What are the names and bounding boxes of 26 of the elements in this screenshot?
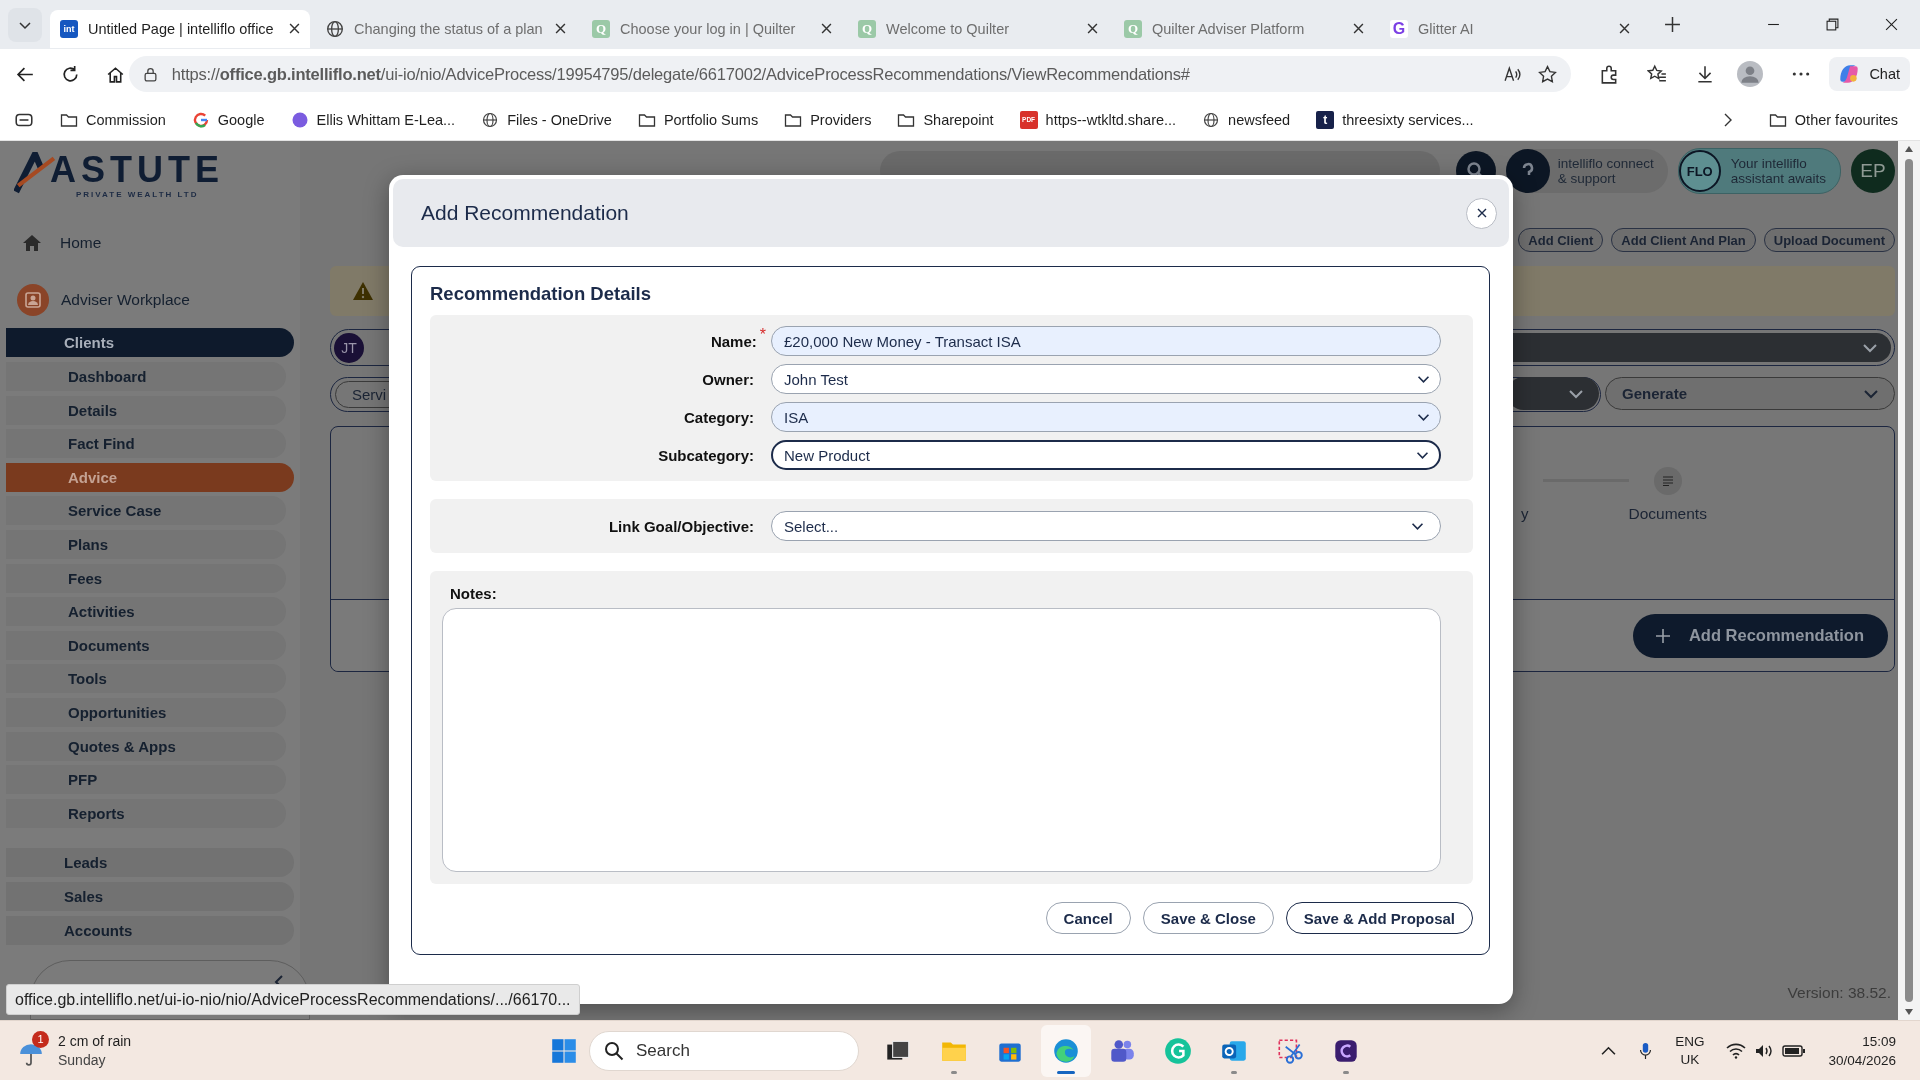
favicon-icon: G [1390, 19, 1408, 38]
step-label: y [1521, 505, 1529, 522]
required-mark: * [759, 325, 766, 344]
favicon-icon: Q [592, 19, 610, 38]
weather-day: Sunday [58, 1050, 132, 1070]
flo-logo: FLO [1678, 150, 1721, 192]
field-label: Owner: [702, 370, 754, 388]
section-title: Recommendation Details [430, 283, 653, 305]
logo-wordmark: ASTUTE [50, 150, 224, 190]
favicon-icon: t [1316, 110, 1335, 129]
weather-text: 2 cm of rain [58, 1031, 132, 1051]
field-label: Notes: [450, 585, 498, 602]
field-label: Subcategory: [658, 446, 754, 464]
client-avatar: JT [334, 332, 364, 363]
favicon-icon: int [60, 19, 78, 38]
version-text: Version: 38.52. [1787, 984, 1892, 1002]
field-label: Link Goal/Objective: [608, 517, 754, 535]
notification-badge: 1 [32, 1030, 49, 1048]
field-label: Name: [710, 332, 757, 350]
favicon-icon: Q [1124, 19, 1142, 38]
field-label: Category: [684, 408, 754, 426]
step-label: Documents [1628, 505, 1707, 523]
favicon-icon: Q [858, 19, 876, 38]
link-preview-tooltip: office.gb.intelliflo.net/ui-io-nio/nio/AdviceProcessRecommendations/.../66170... [6, 984, 580, 1015]
logo-tagline: PRIVATE WEALTH LTD [75, 190, 200, 199]
dialog-title: Add Recommendation [421, 201, 629, 225]
